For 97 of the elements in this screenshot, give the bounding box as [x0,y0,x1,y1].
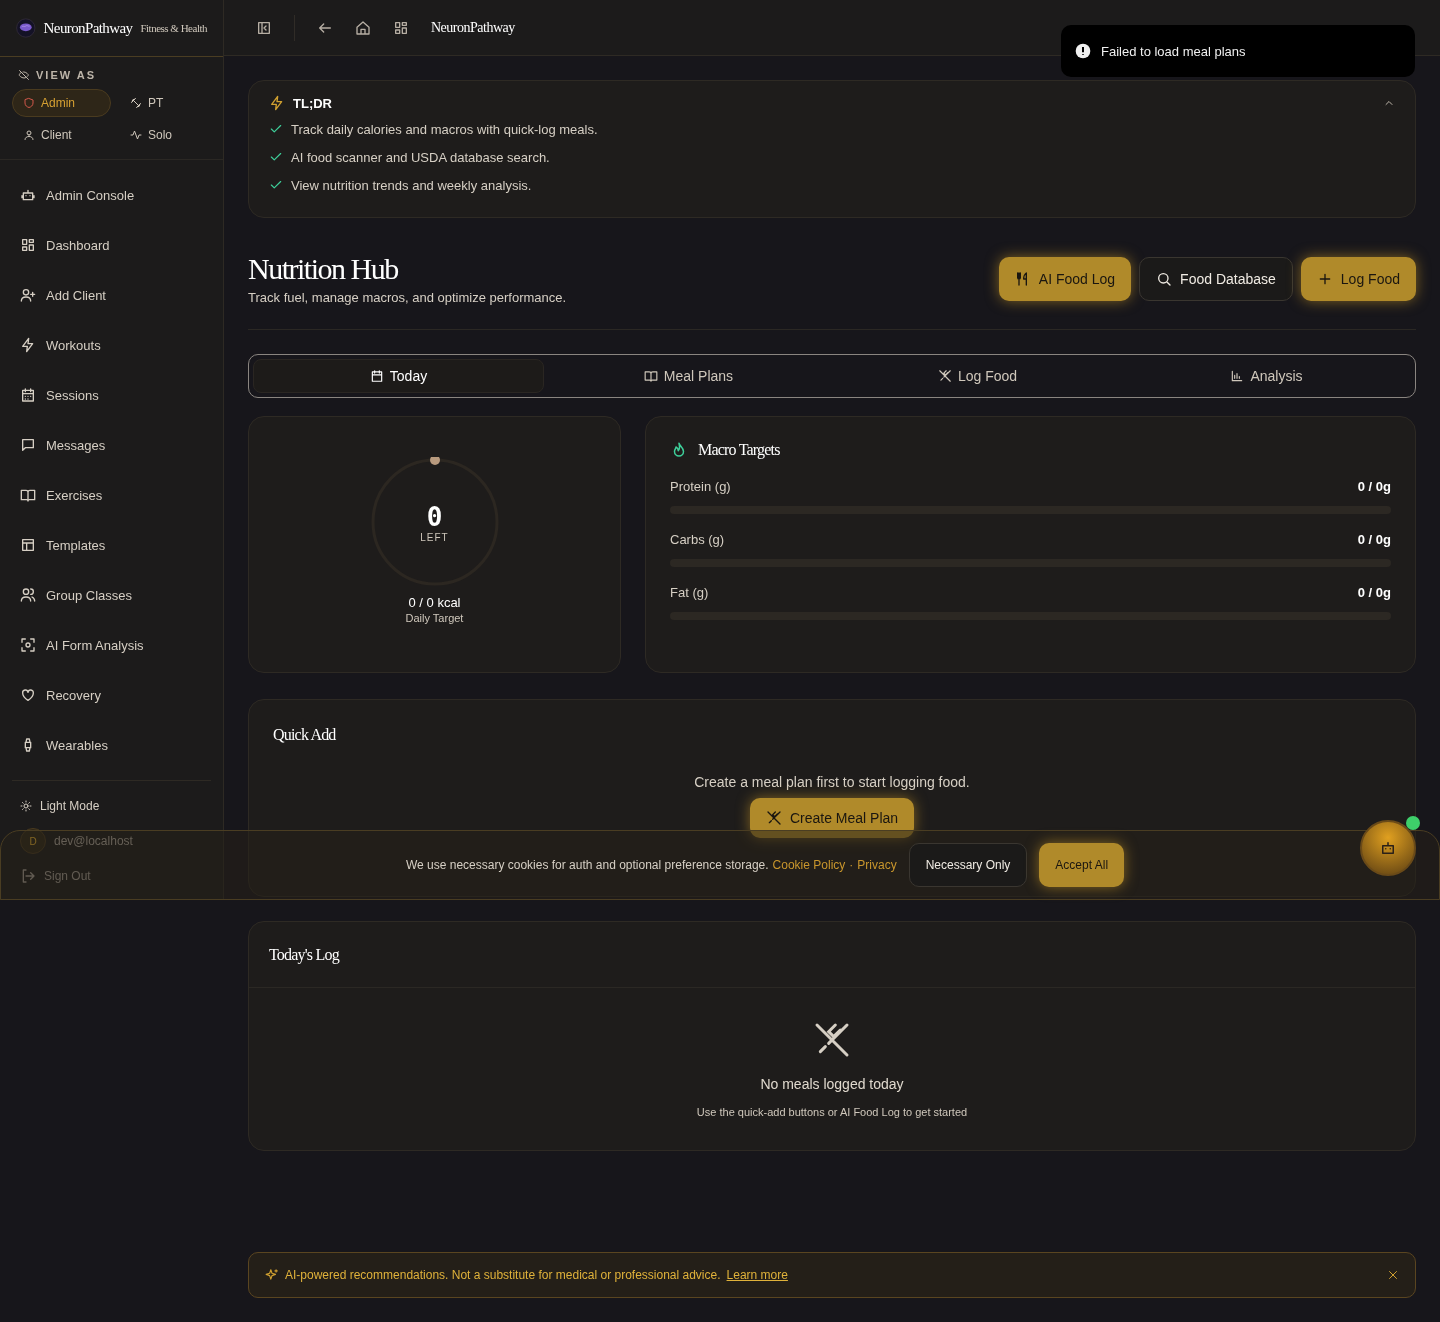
utensils-crossed-icon [765,810,782,826]
sun-icon [20,800,32,812]
eye-off-icon [18,69,30,81]
sidebar-toggle-icon[interactable] [256,19,272,36]
check-icon [269,150,283,164]
brand-tagline: Fitness & Health [140,22,207,34]
tab[interactable]: Analysis [1122,359,1411,393]
cookie-button[interactable]: Accept All [1039,843,1125,887]
calorie-reading: 0 / 0 kcal [408,595,461,610]
cookie-policy-link[interactable]: Cookie Policy [772,858,846,872]
user-email: dev@localhost [54,834,133,848]
nav-item[interactable]: Dashboard [10,220,213,270]
book-icon [643,369,658,383]
check-icon [269,178,283,192]
cookie-text: We use necessary cookies for auth and optional preference storage. [405,858,769,872]
user-avatar: D [20,828,46,854]
page-heading: Nutrition Hub [248,252,399,286]
users-icon [20,587,36,603]
tldr-point: AI food scanner and USDA database search. [291,149,550,165]
tldr-title: TL;DR [293,95,333,111]
page-title: NeuronPathway [431,19,515,36]
calendar-icon [369,369,384,383]
tldr-point: Track daily calories and macros with quick-log meals. [291,121,598,137]
empty-hint: Use the quick-add buttons or AI Food Log to get started [696,1106,968,1118]
search-icon [1156,270,1173,287]
grid-icon [20,237,36,253]
bar-chart-icon [1230,369,1245,383]
close-icon[interactable] [1387,1269,1399,1281]
nav-item[interactable]: Admin Console [10,170,213,220]
nav-item[interactable]: Sessions [10,370,213,420]
quick-add-message: Create a meal plan first to start logging food. [694,774,970,790]
chat-bubble-icon [20,437,36,453]
nav-item[interactable]: Group Classes [10,570,213,620]
lightning-icon [269,95,285,111]
theme-toggle[interactable]: Light Mode [12,791,211,821]
link-separator: · [849,858,854,872]
shield-icon [23,97,35,109]
tab[interactable]: Log Food [833,359,1122,393]
layout-icon [20,537,36,553]
toast-message: Failed to load meal plans [1101,43,1246,59]
create-meal-plan-button[interactable]: Create Meal Plan [749,798,915,838]
nav-item[interactable]: AI Form Analysis [10,620,213,670]
calendar-icon [20,387,36,403]
macro-label: Carbs (g) [670,532,725,547]
scan-icon [20,637,36,653]
heart-icon [20,687,36,703]
alert-icon [1075,43,1091,59]
privacy-link[interactable]: Privacy [857,858,897,872]
robot-icon [1379,839,1397,857]
home-icon[interactable] [355,19,371,36]
macro-label: Fat (g) [670,585,709,600]
nav-item[interactable]: Messages [10,420,213,470]
macro-reading: 0 / 0g [1357,585,1391,600]
user-plus-icon [20,287,36,303]
grid-icon[interactable] [393,19,409,36]
quick-add-title: Quick Add [273,726,336,744]
role-option[interactable]: Client [12,121,111,149]
action-button[interactable]: AI Food Log [998,256,1132,301]
macro-reading: 0 / 0g [1357,479,1391,494]
page-subtitle: Track fuel, manage macros, and optimize performance. [248,290,567,305]
sign-out-icon [20,868,36,884]
cookie-button[interactable]: Necessary Only [908,843,1028,887]
left-label: LEFT [420,531,449,543]
pulse-icon [130,129,142,141]
check-icon [269,122,283,136]
role-option[interactable]: PT [119,89,218,117]
todays-log-title: Today's Log [269,945,339,964]
calories-left: 0 [426,501,443,532]
robot-icon [20,187,36,203]
nav-item[interactable]: Add Client [10,270,213,320]
tab[interactable]: Meal Plans [544,359,833,393]
view-as-label: VIEW AS [36,69,97,81]
brand-name: NeuronPathway [43,19,133,37]
utensils-crossed-icon [937,369,952,383]
nav-item[interactable]: Templates [10,520,213,570]
role-option[interactable]: Solo [119,121,218,149]
calorie-caption: Daily Target [405,612,464,624]
action-button[interactable]: Log Food [1300,256,1416,301]
learn-more-link[interactable]: Learn more [726,1268,788,1282]
nav-item[interactable]: Wearables [10,720,213,770]
book-icon [20,487,36,503]
empty-title: No meals logged today [760,1076,904,1092]
tldr-point: View nutrition trends and weekly analysis. [291,177,532,193]
role-option[interactable]: Admin [12,89,111,117]
person-icon [23,129,35,141]
sparkles-icon [265,1268,279,1282]
tab[interactable]: Today [253,359,544,393]
nav-item[interactable]: Workouts [10,320,213,370]
disclaimer-text: AI-powered recommendations. Not a substitute for medical or professional advice. [285,1268,721,1282]
macro-reading: 0 / 0g [1357,532,1391,547]
dumbbell-icon [130,97,142,109]
macro-title: Macro Targets [698,441,780,459]
macro-label: Protein (g) [670,479,731,494]
nav-item[interactable]: Recovery [10,670,213,720]
action-button[interactable]: Food Database [1139,256,1293,301]
nav-item[interactable]: Exercises [10,470,213,520]
lightning-icon [20,337,36,353]
